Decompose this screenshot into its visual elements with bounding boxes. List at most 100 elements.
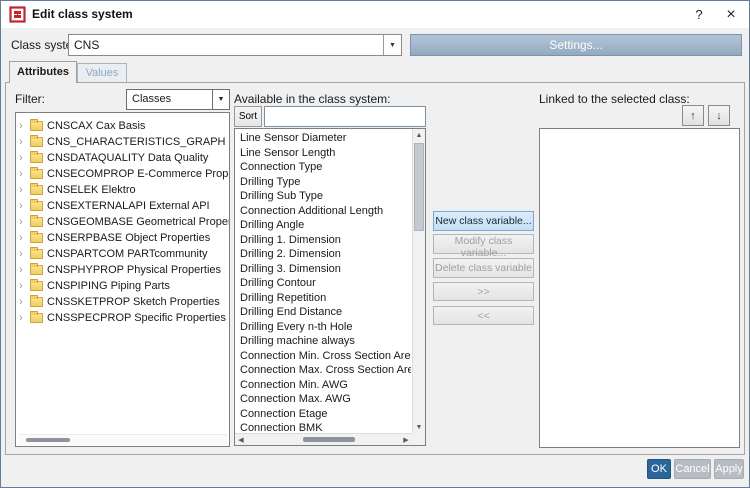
class-system-value: CNS: [74, 38, 100, 52]
tree-item[interactable]: CNSEXTERNALAPI External API: [16, 198, 229, 214]
tree-horizontal-scrollbar[interactable]: [18, 434, 227, 445]
list-item[interactable]: Connection Type: [235, 160, 411, 175]
folder-icon: [30, 151, 43, 163]
tab-attributes[interactable]: Attributes: [9, 61, 77, 83]
expander-icon[interactable]: [19, 297, 28, 307]
list-item[interactable]: Connection Max. AWG: [235, 392, 411, 407]
tree-item-label: CNSERPBASE Object Properties: [47, 232, 211, 244]
class-tree[interactable]: CNSCAX Cax Basis CNS_CHARACTERISTICS_GRA…: [15, 112, 230, 447]
tree-item-label: CNSECOMPROP E-Commerce Properties: [47, 168, 229, 180]
list-item[interactable]: Drilling Angle: [235, 218, 411, 233]
expander-icon[interactable]: [19, 185, 28, 195]
expander-icon[interactable]: [19, 217, 28, 227]
tree-item[interactable]: CNSECOMPROP E-Commerce Properties: [16, 166, 229, 182]
new-class-variable-button[interactable]: New class variable...: [433, 211, 534, 231]
expander-icon[interactable]: [19, 265, 28, 275]
scrollbar-corner: [412, 433, 425, 445]
available-vertical-scrollbar[interactable]: ▲ ▼: [412, 129, 425, 433]
list-item[interactable]: Connection Max. Cross Section Area: [235, 363, 411, 378]
tree-item[interactable]: CNSDATAQUALITY Data Quality: [16, 150, 229, 166]
expander-icon[interactable]: [19, 153, 28, 163]
list-item[interactable]: Drilling 3. Dimension: [235, 262, 411, 277]
tree-item[interactable]: CNSSPECPROP Specific Properties: [16, 310, 229, 326]
tree-item[interactable]: CNSPIPING Piping Parts: [16, 278, 229, 294]
available-hscroll-thumb[interactable]: [303, 437, 355, 442]
list-item[interactable]: Drilling 2. Dimension: [235, 247, 411, 262]
folder-icon: [30, 311, 43, 323]
tree-item[interactable]: CNSPHYPROP Physical Properties: [16, 262, 229, 278]
tree-item[interactable]: CNSGEOMBASE Geometrical Properties: [16, 214, 229, 230]
tree-item-label: CNSCAX Cax Basis: [47, 120, 146, 132]
expander-icon[interactable]: [19, 281, 28, 291]
modify-class-variable-button[interactable]: Modify class variable...: [433, 234, 534, 259]
chevron-down-icon[interactable]: ▼: [212, 90, 229, 109]
expander-icon[interactable]: [19, 249, 28, 259]
help-button[interactable]: ?: [683, 1, 715, 28]
linked-list[interactable]: [539, 128, 740, 448]
folder-icon: [30, 279, 43, 291]
settings-button[interactable]: Settings...: [410, 34, 742, 56]
scroll-up-icon[interactable]: ▲: [413, 129, 425, 141]
sort-button[interactable]: Sort: [234, 106, 262, 127]
remove-from-linked-button[interactable]: <<: [433, 306, 534, 325]
tree-item[interactable]: CNS_CHARACTERISTICS_GRAPH Characte: [16, 134, 229, 150]
tree-item[interactable]: CNSCAX Cax Basis: [16, 118, 229, 134]
expander-icon[interactable]: [19, 233, 28, 243]
edit-class-system-dialog: Edit class system ? × Class system: CNS …: [0, 0, 750, 488]
tree-item[interactable]: CNSSKETPROP Sketch Properties: [16, 294, 229, 310]
list-item[interactable]: Connection Additional Length: [235, 204, 411, 219]
list-item[interactable]: Drilling machine always: [235, 334, 411, 349]
scroll-down-icon[interactable]: ▼: [413, 421, 425, 433]
available-list[interactable]: Line Sensor Diameter Line Sensor Length …: [234, 128, 426, 446]
expander-icon[interactable]: [19, 121, 28, 131]
folder-icon: [30, 263, 43, 275]
chevron-down-icon[interactable]: ▼: [383, 35, 401, 55]
list-item[interactable]: Drilling 1. Dimension: [235, 233, 411, 248]
folder-icon: [30, 247, 43, 259]
list-item[interactable]: Drilling Every n-th Hole: [235, 320, 411, 335]
folder-icon: [30, 135, 43, 147]
ok-button[interactable]: OK: [647, 459, 671, 479]
list-item[interactable]: Drilling Contour: [235, 276, 411, 291]
delete-class-variable-button[interactable]: Delete class variable: [433, 258, 534, 278]
expander-icon[interactable]: [19, 169, 28, 179]
search-input[interactable]: [264, 106, 426, 127]
tree-item-label: CNSSPECPROP Specific Properties: [47, 312, 226, 324]
filter-label: Filter:: [15, 92, 45, 106]
list-item[interactable]: Connection Min. AWG: [235, 378, 411, 393]
cancel-button[interactable]: Cancel: [674, 459, 711, 479]
list-item[interactable]: Drilling Type: [235, 175, 411, 190]
move-down-button[interactable]: ↓: [708, 105, 730, 126]
class-system-combobox[interactable]: CNS ▼: [68, 34, 402, 56]
close-button[interactable]: ×: [713, 1, 749, 28]
list-item[interactable]: Drilling Repetition: [235, 291, 411, 306]
expander-icon[interactable]: [19, 201, 28, 211]
filter-dropdown[interactable]: Classes ▼: [126, 89, 230, 110]
tree-item[interactable]: CNSPARTCOM PARTcommunity: [16, 246, 229, 262]
tree-item[interactable]: CNSELEK Elektro: [16, 182, 229, 198]
folder-icon: [30, 215, 43, 227]
tree-item[interactable]: CNSERPBASE Object Properties: [16, 230, 229, 246]
list-item[interactable]: Line Sensor Diameter: [235, 131, 411, 146]
expander-icon[interactable]: [19, 313, 28, 323]
list-item[interactable]: Connection Min. Cross Section Area: [235, 349, 411, 364]
folder-icon: [30, 167, 43, 179]
scroll-right-icon[interactable]: ▶: [400, 434, 412, 445]
folder-icon: [30, 199, 43, 211]
list-item[interactable]: Drilling End Distance: [235, 305, 411, 320]
scroll-left-icon[interactable]: ◀: [235, 434, 247, 445]
tree-item-label: CNSPARTCOM PARTcommunity: [47, 248, 208, 260]
list-item[interactable]: Line Sensor Length: [235, 146, 411, 161]
expander-icon[interactable]: [19, 137, 28, 147]
list-item[interactable]: Connection Etage: [235, 407, 411, 422]
folder-icon: [30, 183, 43, 195]
available-vscroll-thumb[interactable]: [414, 143, 424, 231]
available-horizontal-scrollbar[interactable]: ◀ ▶: [235, 433, 412, 445]
add-to-linked-button[interactable]: >>: [433, 282, 534, 301]
tab-values[interactable]: Values: [77, 63, 127, 82]
tree-hscroll-thumb[interactable]: [26, 438, 70, 442]
list-item[interactable]: Drilling Sub Type: [235, 189, 411, 204]
list-item[interactable]: Connection BMK: [235, 421, 411, 433]
apply-button[interactable]: Apply: [714, 459, 744, 479]
move-up-button[interactable]: ↑: [682, 105, 704, 126]
